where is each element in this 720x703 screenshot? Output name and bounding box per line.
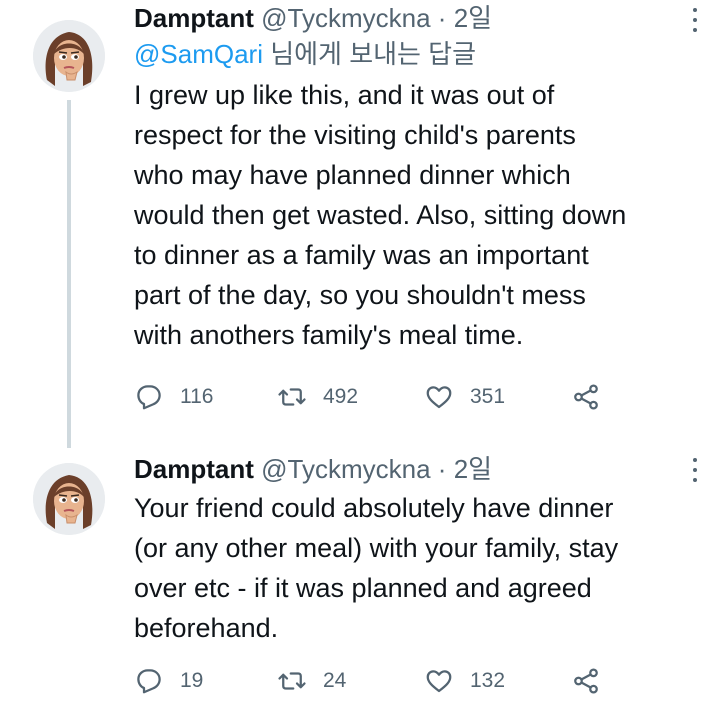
tweet-content: Damptant @Tyckmyckna · 2일 @SamQari 님에게 보… [134, 1, 700, 355]
thread-line [67, 100, 71, 448]
tweet-content: Damptant @Tyckmyckna · 2일 Your friend co… [134, 452, 700, 648]
retweet-count: 24 [323, 669, 347, 692]
share-button[interactable] [571, 380, 601, 414]
handle[interactable]: @Tyckmyckna [261, 454, 430, 484]
tweet-text: I grew up like this, and it was out of r… [134, 80, 627, 350]
more-icon[interactable] [692, 458, 698, 482]
reply-count: 116 [180, 385, 214, 408]
share-icon [574, 384, 598, 410]
like-button[interactable]: 351 [424, 380, 505, 414]
like-count: 351 [470, 385, 506, 408]
retweet-button[interactable]: 492 [277, 380, 358, 414]
display-name[interactable]: Damptant [134, 454, 254, 484]
separator: · [437, 3, 447, 33]
handle[interactable]: @Tyckmyckna [261, 3, 430, 33]
reply-button[interactable]: 116 [134, 380, 213, 414]
reply-icon [137, 669, 161, 694]
display-name[interactable]: Damptant [134, 3, 254, 33]
retweet-button[interactable]: 24 [277, 664, 346, 698]
separator: · [437, 454, 447, 484]
tweet-header: Damptant @Tyckmyckna · 2일 [134, 1, 700, 35]
reply-button[interactable]: 19 [134, 664, 203, 698]
like-count: 132 [470, 669, 506, 692]
heart-icon [426, 670, 452, 693]
avatar[interactable] [33, 463, 105, 535]
avatar[interactable] [33, 20, 105, 92]
timestamp[interactable]: 2일 [454, 3, 492, 33]
tweet-header: Damptant @Tyckmyckna · 2일 [134, 452, 700, 486]
share-button[interactable] [571, 664, 601, 698]
replying-to-label: 님에게 보내는 답글 [270, 39, 477, 69]
retweet-count: 492 [323, 385, 359, 408]
mention-link[interactable]: @SamQari [134, 39, 263, 69]
retweet-icon [278, 672, 306, 690]
more-icon[interactable] [692, 8, 698, 32]
timestamp[interactable]: 2일 [454, 454, 492, 484]
tweet[interactable]: Damptant @Tyckmyckna · 2일 Your friend co… [0, 440, 720, 703]
reply-icon [137, 385, 161, 410]
replying-to: @SamQari 님에게 보내는 답글 [134, 35, 700, 73]
share-icon [574, 668, 598, 694]
tweet[interactable]: Damptant @Tyckmyckna · 2일 @SamQari 님에게 보… [0, 0, 720, 448]
tweet-text: Your friend could absolutely have dinner… [134, 493, 619, 643]
heart-icon [426, 386, 452, 409]
reply-count: 19 [180, 669, 204, 692]
retweet-icon [278, 388, 306, 406]
like-button[interactable]: 132 [424, 664, 505, 698]
